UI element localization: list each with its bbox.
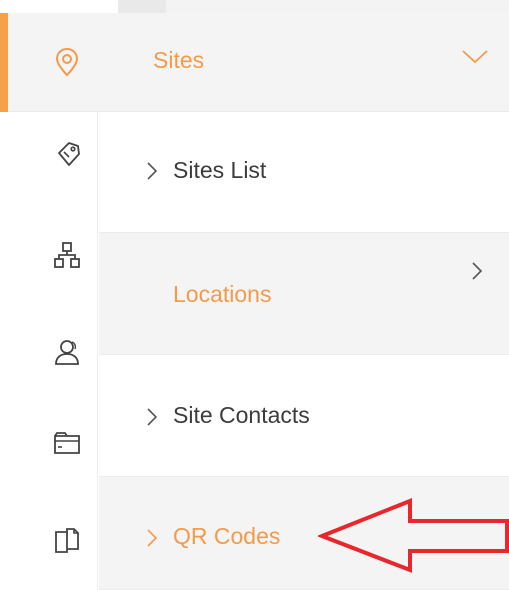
contacts-icon[interactable]	[52, 337, 82, 367]
sitemap-icon[interactable]	[52, 240, 82, 270]
menu-item-label[interactable]: QR Codes	[173, 523, 280, 550]
menu-item-label[interactable]: Sites List	[173, 157, 266, 184]
documents-icon[interactable]	[52, 526, 82, 556]
chevron-right-icon	[147, 162, 158, 180]
chevron-right-icon	[147, 408, 158, 426]
tag-icon[interactable]	[52, 140, 82, 170]
icon-rail	[0, 112, 98, 590]
chevron-down-icon[interactable]	[460, 48, 490, 66]
sidebar-navigation: Sites Sites List Locations Site Contacts…	[0, 0, 509, 590]
chevron-right-icon[interactable]	[470, 260, 484, 282]
active-indicator	[0, 13, 8, 112]
location-pin-icon[interactable]	[52, 46, 82, 78]
menu-item-locations[interactable]	[99, 233, 509, 355]
sites-label[interactable]: Sites	[153, 47, 204, 74]
menu-item-sites-list[interactable]	[99, 112, 509, 233]
folder-icon[interactable]	[52, 428, 82, 458]
menu-item-label[interactable]: Site Contacts	[173, 402, 310, 429]
menu-item-label[interactable]: Locations	[173, 281, 271, 308]
top-strip	[0, 0, 509, 13]
top-strip-shade	[118, 0, 509, 13]
chevron-right-icon	[147, 529, 158, 547]
top-strip-tab	[118, 0, 166, 13]
annotation-arrow-icon	[318, 498, 509, 573]
